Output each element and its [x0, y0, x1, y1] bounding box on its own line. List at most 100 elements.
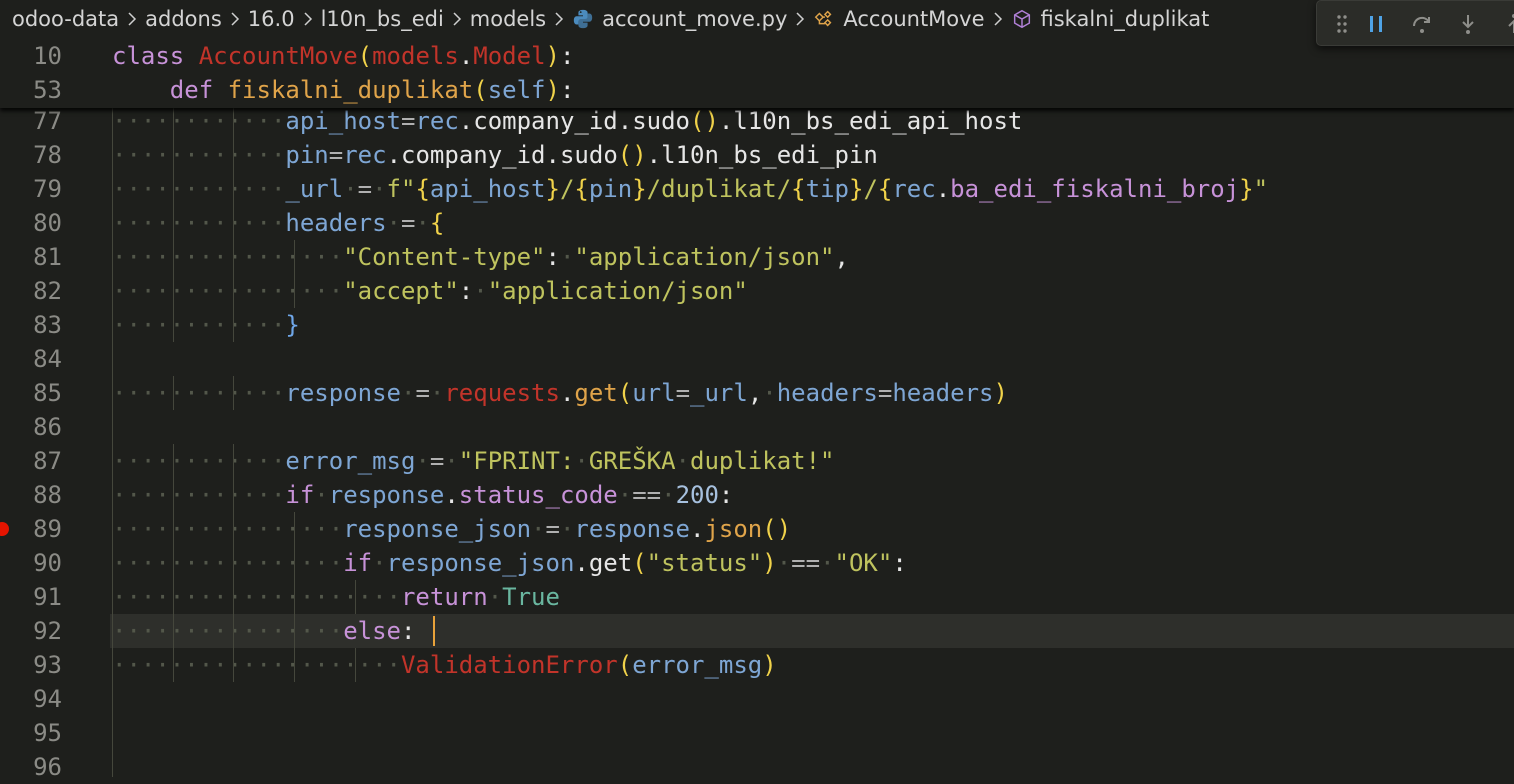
- line-number[interactable]: 90: [0, 546, 62, 580]
- breadcrumb-item-addons[interactable]: addons: [145, 7, 222, 31]
- indent-guide: [173, 104, 174, 138]
- indent-guide: [233, 614, 234, 648]
- code-text[interactable]: ············if·response.status_code·==·2…: [112, 478, 733, 512]
- breadcrumb: odoo-data addons 16.0 l10n_bs_edi models acco…: [0, 0, 1514, 38]
- indent-guide: [173, 172, 174, 206]
- line-number[interactable]: 82: [0, 274, 62, 308]
- indent-guide: [173, 614, 174, 648]
- drag-handle-icon[interactable]: [1327, 9, 1357, 39]
- code-text[interactable]: ················else:: [112, 614, 415, 648]
- line-number[interactable]: 77: [0, 104, 62, 138]
- indent-guide: [173, 240, 174, 274]
- line-number[interactable]: 84: [0, 342, 62, 376]
- breadcrumb-item-account-move-py[interactable]: account_move.py: [572, 7, 787, 31]
- breadcrumb-item-fiskalni-duplikat[interactable]: fiskalni_duplikat: [1011, 7, 1209, 31]
- sticky-scroll-header[interactable]: 10 class AccountMove(models.Model): 53 def…: [0, 38, 1514, 108]
- indent-guide: [173, 478, 174, 512]
- line-number[interactable]: 87: [0, 444, 62, 478]
- breadcrumb-item-accountmove[interactable]: AccountMove: [813, 7, 985, 31]
- indent-guide: [233, 206, 234, 240]
- step-over-icon[interactable]: [1407, 9, 1437, 39]
- breadcrumb-item-16-0[interactable]: 16.0: [248, 7, 295, 31]
- code-line[interactable]: 86: [0, 410, 1514, 444]
- pause-icon[interactable]: [1361, 9, 1391, 39]
- breadcrumb-label: odoo-data: [12, 7, 120, 31]
- code-text[interactable]: ············api_host=rec.company_id.sudo…: [112, 104, 1022, 138]
- code-line[interactable]: 85 ············response·=·requests.get(ur…: [0, 376, 1514, 410]
- chevron-right-icon: [992, 11, 1004, 27]
- indent-guide: [173, 512, 174, 546]
- chevron-right-icon: [302, 11, 314, 27]
- chevron-right-icon: [794, 11, 806, 27]
- code-line[interactable]: 88 ············if·response.status_code·==…: [0, 478, 1514, 512]
- line-number[interactable]: 53: [0, 73, 62, 107]
- code-line[interactable]: 92 ················else:: [0, 614, 1514, 648]
- line-number[interactable]: 79: [0, 172, 62, 206]
- chevron-right-icon: [126, 11, 138, 27]
- code-line[interactable]: 77 ············api_host=rec.company_id.su…: [0, 104, 1514, 138]
- code-line[interactable]: 90 ················if·response_json.get("…: [0, 546, 1514, 580]
- code-text[interactable]: def fiskalni_duplikat(self):: [112, 73, 575, 107]
- line-number[interactable]: 95: [0, 716, 62, 750]
- line-number[interactable]: 10: [0, 39, 62, 73]
- line-number[interactable]: 96: [0, 750, 62, 784]
- code-text[interactable]: ················"accept":·"application/j…: [112, 274, 748, 308]
- indent-guide: [233, 648, 234, 682]
- code-text[interactable]: ····················return·True: [112, 580, 560, 614]
- code-text[interactable]: ············}: [112, 308, 300, 342]
- code-text[interactable]: ············headers·=·{: [112, 206, 444, 240]
- code-line[interactable]: 89 ················response_json·=·respon…: [0, 512, 1514, 546]
- indent-guide: [173, 274, 174, 308]
- breadcrumb-item-odoo-data[interactable]: odoo-data: [12, 7, 119, 31]
- line-number[interactable]: 89: [0, 512, 62, 546]
- code-text[interactable]: ····················ValidationError(erro…: [112, 648, 777, 682]
- code-text[interactable]: ············pin=rec.company_id.sudo().l1…: [112, 138, 878, 172]
- indent-guide: [233, 580, 234, 614]
- code-line[interactable]: 84: [0, 342, 1514, 376]
- code-line[interactable]: 78 ············pin=rec.company_id.sudo().…: [0, 138, 1514, 172]
- code-text[interactable]: ············error_msg·=·"FPRINT:·GREŠKA·…: [112, 444, 835, 478]
- code-line[interactable]: 82 ················"accept":·"application…: [0, 274, 1514, 308]
- code-line[interactable]: 80 ············headers·=·{: [0, 206, 1514, 240]
- breadcrumb-label: l10n_bs_edi: [320, 7, 444, 31]
- code-text[interactable]: ············response·=·requests.get(url=…: [112, 376, 1008, 410]
- code-text[interactable]: ············_url·=·f"{api_host}/{pin}/du…: [112, 172, 1268, 206]
- code-editor[interactable]: 77 ············api_host=rec.company_id.su…: [0, 0, 1514, 781]
- code-text[interactable]: ················if·response_json.get("st…: [112, 546, 907, 580]
- line-number[interactable]: 80: [0, 206, 62, 240]
- line-number[interactable]: 91: [0, 580, 62, 614]
- indent-guide: [233, 172, 234, 206]
- line-number[interactable]: 81: [0, 240, 62, 274]
- line-number[interactable]: 94: [0, 682, 62, 716]
- line-number[interactable]: 92: [0, 614, 62, 648]
- line-number[interactable]: 85: [0, 376, 62, 410]
- breadcrumb-label: addons: [145, 7, 222, 31]
- line-number[interactable]: 86: [0, 410, 62, 444]
- code-line[interactable]: 87 ············error_msg·=·"FPRINT:·GREŠK…: [0, 444, 1514, 478]
- step-out-icon[interactable]: [1499, 9, 1514, 39]
- code-line[interactable]: 96: [0, 750, 1514, 784]
- indent-guide: [233, 240, 234, 274]
- code-line[interactable]: 94: [0, 682, 1514, 716]
- code-line[interactable]: 81 ················"Content-type":·"appli…: [0, 240, 1514, 274]
- code-line[interactable]: 79 ············_url·=·f"{api_host}/{pin}/…: [0, 172, 1514, 206]
- text-cursor: [433, 616, 435, 646]
- code-text[interactable]: ················response_json·=·response…: [112, 512, 791, 546]
- line-number[interactable]: 93: [0, 648, 62, 682]
- code-line[interactable]: 91 ····················return·True: [0, 580, 1514, 614]
- step-into-icon[interactable]: [1453, 9, 1483, 39]
- code-line[interactable]: 93 ····················ValidationError(er…: [0, 648, 1514, 682]
- breadcrumb-item-models[interactable]: models: [470, 7, 546, 31]
- sticky-line[interactable]: 53 def fiskalni_duplikat(self):: [0, 73, 1514, 107]
- code-line[interactable]: 95: [0, 716, 1514, 750]
- breadcrumb-item-l10n-bs-edi[interactable]: l10n_bs_edi: [321, 7, 444, 31]
- code-line[interactable]: 83 ············}: [0, 308, 1514, 342]
- indent-guide: [112, 104, 113, 777]
- line-number[interactable]: 83: [0, 308, 62, 342]
- code-text[interactable]: class AccountMove(models.Model):: [112, 39, 574, 73]
- line-number[interactable]: 78: [0, 138, 62, 172]
- code-text[interactable]: ················"Content-type":·"applica…: [112, 240, 849, 274]
- chevron-right-icon: [229, 11, 241, 27]
- sticky-line[interactable]: 10 class AccountMove(models.Model):: [0, 39, 1514, 73]
- line-number[interactable]: 88: [0, 478, 62, 512]
